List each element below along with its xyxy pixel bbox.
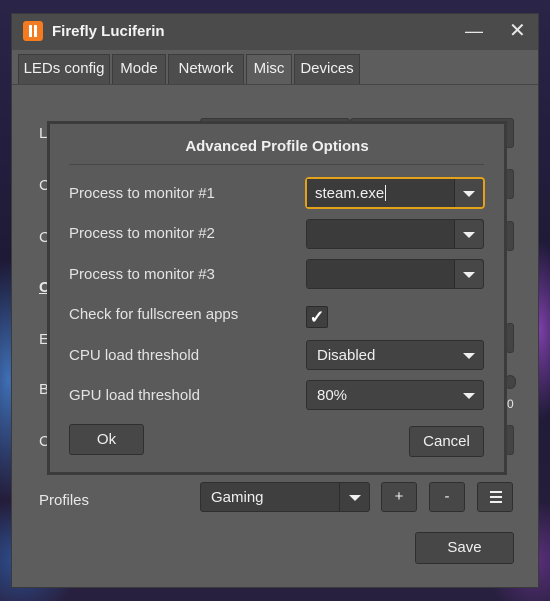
close-icon[interactable]: ✕ — [509, 21, 526, 41]
process-1-dropdown-toggle[interactable] — [455, 179, 483, 207]
process-2-label: Process to monitor #2 — [69, 225, 215, 242]
minimize-icon[interactable]: — — [465, 22, 483, 40]
tab-leds-config[interactable]: LEDs config — [18, 54, 110, 84]
title-bar[interactable]: Firefly Luciferin — ✕ — [12, 14, 538, 50]
profiles-dropdown-toggle[interactable] — [339, 483, 369, 511]
process-3-combo[interactable] — [306, 259, 484, 289]
process-2-combo[interactable] — [306, 219, 484, 249]
obscured-control — [506, 425, 514, 455]
text-caret — [385, 185, 387, 201]
fullscreen-checkbox[interactable]: ✓ — [306, 306, 328, 328]
menu-icon — [490, 501, 502, 503]
chevron-down-icon — [463, 191, 475, 197]
add-profile-button[interactable]: + — [381, 482, 417, 512]
process-2-dropdown-toggle[interactable] — [455, 220, 483, 248]
process-3-input[interactable] — [307, 260, 455, 288]
cancel-button[interactable]: Cancel — [409, 426, 484, 457]
profiles-dropdown[interactable]: Gaming — [200, 482, 370, 512]
tab-devices[interactable]: Devices — [294, 54, 360, 84]
chevron-down-icon — [349, 495, 361, 501]
obscured-control — [506, 169, 514, 199]
profiles-label: Profiles — [39, 492, 90, 509]
ok-button[interactable]: Ok — [69, 424, 144, 455]
menu-icon — [490, 491, 502, 493]
process-2-input[interactable] — [307, 220, 455, 248]
save-button[interactable]: Save — [415, 532, 514, 564]
process-3-label: Process to monitor #3 — [69, 266, 215, 283]
obscured-control — [506, 323, 514, 353]
chevron-down-icon — [463, 232, 475, 238]
advanced-profile-options-dialog: Advanced Profile Options Process to moni… — [47, 121, 507, 475]
cpu-threshold-label: CPU load threshold — [69, 347, 200, 364]
obscured-value: 0 — [507, 397, 514, 411]
tab-mode[interactable]: Mode — [112, 54, 166, 84]
fullscreen-check-label: Check for fullscreen apps — [69, 306, 239, 323]
chevron-down-icon — [463, 353, 475, 359]
process-1-label: Process to monitor #1 — [69, 185, 215, 202]
checkmark-icon: ✓ — [309, 307, 325, 327]
process-1-combo[interactable]: steam.exe — [306, 178, 484, 208]
process-1-value: steam.exe — [315, 185, 385, 202]
process-1-input[interactable]: steam.exe — [307, 179, 455, 207]
advanced-profile-options-button[interactable] — [477, 482, 513, 512]
cpu-threshold-dropdown[interactable]: Disabled — [306, 340, 484, 370]
dialog-title: Advanced Profile Options — [185, 138, 369, 155]
obscured-control — [506, 221, 514, 251]
gpu-threshold-dropdown[interactable]: 80% — [306, 380, 484, 410]
tab-network[interactable]: Network — [168, 54, 244, 84]
chevron-down-icon — [463, 272, 475, 278]
app-logo-icon — [23, 21, 43, 41]
menu-icon — [490, 496, 502, 498]
dialog-separator — [69, 164, 484, 165]
chevron-down-icon — [463, 393, 475, 399]
cpu-threshold-value: Disabled — [317, 347, 376, 364]
process-3-dropdown-toggle[interactable] — [455, 260, 483, 288]
gpu-threshold-value: 80% — [317, 387, 348, 404]
tab-divider — [12, 84, 538, 85]
tab-misc[interactable]: Misc — [246, 54, 292, 84]
profiles-selected-value: Gaming — [211, 489, 264, 506]
gpu-threshold-label: GPU load threshold — [69, 387, 200, 404]
window-title: Firefly Luciferin — [52, 23, 165, 40]
remove-profile-button[interactable]: - — [429, 482, 465, 512]
